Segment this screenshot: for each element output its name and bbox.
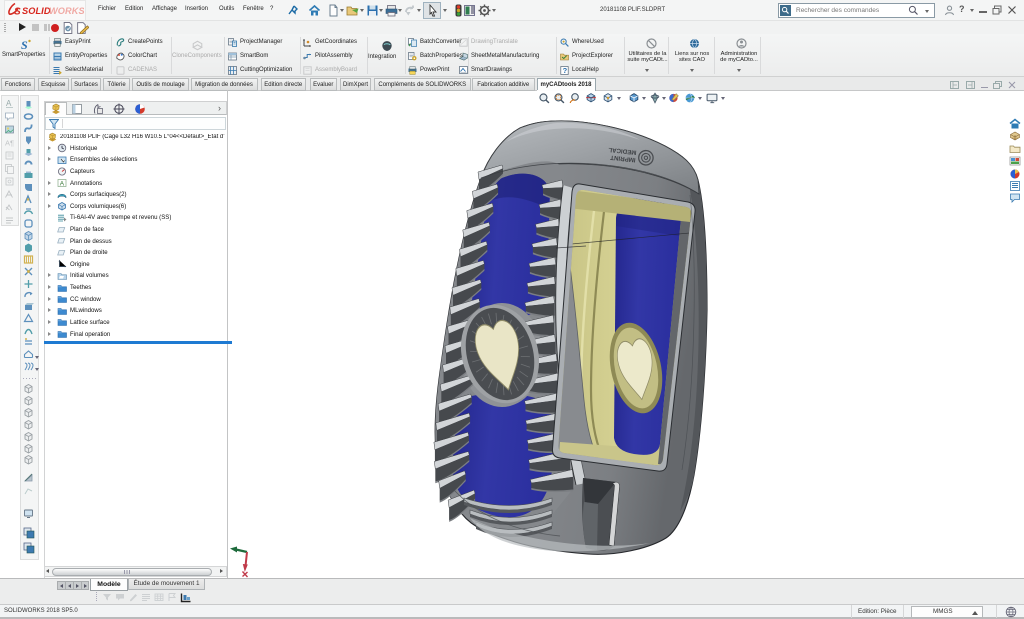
svg-text:A¶: A¶ [5,139,14,148]
svg-text:SOLID: SOLID [22,6,51,16]
svg-text:S: S [21,38,28,51]
svg-text:A: A [6,99,12,108]
svg-text:A: A [60,181,65,188]
svg-text:S: S [14,7,21,18]
svg-text:WORKS: WORKS [49,6,84,16]
svg-text:?: ? [563,66,568,75]
